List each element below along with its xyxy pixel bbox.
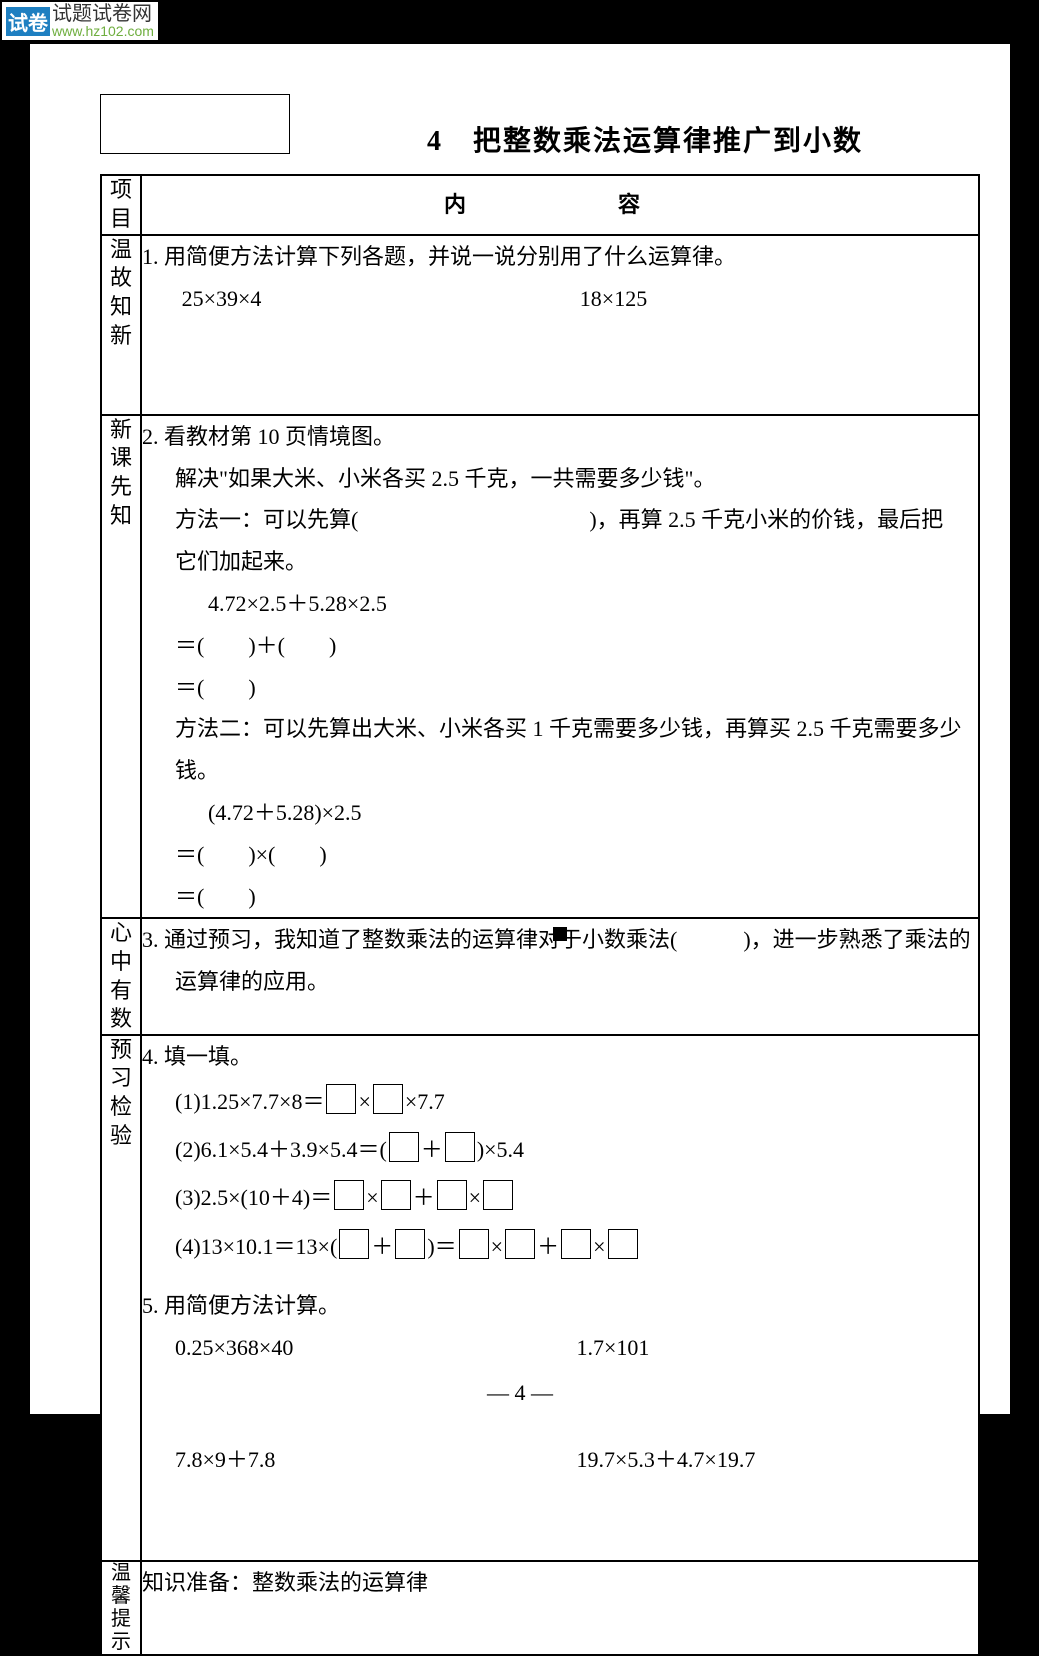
redaction-mark-icon xyxy=(553,927,567,941)
blank-box[interactable] xyxy=(445,1132,475,1162)
watermark-url: www.hz102.com xyxy=(52,24,154,38)
cell-wgzx: 1. 用简便方法计算下列各题，并说一说分别用了什么运算律。 25×39×4 18… xyxy=(141,235,979,415)
header-col1: 项目 xyxy=(101,175,141,235)
yxjy-l5: 5. 用简便方法计算。 xyxy=(142,1285,978,1327)
e4-f: × xyxy=(593,1234,605,1259)
xkxz-l8: 方法二：可以先算出大米、小米各买 1 千克需要多少钱，再算买 2.5 千克需要多… xyxy=(142,708,978,792)
row-label-wxts: 温馨提示 xyxy=(101,1561,141,1655)
blank-box[interactable] xyxy=(381,1180,411,1210)
blank-box[interactable] xyxy=(483,1180,513,1210)
e3-d: × xyxy=(469,1185,481,1210)
cell-wxts: 知识准备：整数乘法的运算律 xyxy=(141,1561,979,1655)
e3-b: × xyxy=(366,1185,378,1210)
e4-c: )＝ xyxy=(427,1234,456,1259)
watermark-site-name: 试题试卷网 xyxy=(52,4,154,24)
worksheet-table: 项目 内 容 温故知新 1. 用简便方法计算下列各题，并说一说分别用了什么运算律… xyxy=(100,174,980,1656)
blank-box[interactable] xyxy=(326,1084,356,1114)
calc-p4: 19.7×5.3＋4.7×19.7 xyxy=(577,1439,979,1481)
xkxz-l3a: 方法一：可以先算( xyxy=(175,507,358,532)
xkxz-l3b: )，再算 2.5 千克小米的价钱，最后把 xyxy=(589,507,943,532)
blank-box[interactable] xyxy=(395,1229,425,1259)
xkxz-l6: ＝( )＋( ) xyxy=(142,625,978,667)
wxts-text: 知识准备：整数乘法的运算律 xyxy=(142,1562,978,1604)
xkxz-l10: ＝( )×( ) xyxy=(142,834,978,876)
row-label-wgzx: 温故知新 xyxy=(101,235,141,415)
blank-box[interactable] xyxy=(373,1084,403,1114)
xzys-text-b: 运算律的应用。 xyxy=(142,961,978,1003)
e4-b: ＋ xyxy=(371,1234,393,1259)
watermark-badge: 试卷 试题试卷网 www.hz102.com xyxy=(2,2,158,40)
xkxz-l11: ＝( ) xyxy=(142,876,978,918)
row-label-xzys: 心中有数 xyxy=(101,918,141,1034)
page-background: 4 把整数乘法运算律推广到小数 项目 内 容 温故知新 1. 用简便方法计算下列… xyxy=(30,44,1010,1414)
blank-box[interactable] xyxy=(561,1229,591,1259)
row-label-xkxz: 新课先知 xyxy=(101,415,141,919)
watermark-icon: 试卷 xyxy=(6,7,50,36)
q1-expr-a: 25×39×4 xyxy=(182,278,580,320)
cell-yxjy: 4. 填一填。 (1)1.25×7.7×8＝ × ×7.7 (2)6.1×5.4＋3… xyxy=(141,1035,979,1562)
xkxz-l4: 它们加起来。 xyxy=(142,541,978,583)
yxjy-l1: 4. 填一填。 xyxy=(142,1036,978,1078)
blank-stamp-box xyxy=(100,94,290,154)
e4-d: × xyxy=(491,1234,503,1259)
page-number: — 4 — xyxy=(30,1380,1010,1406)
q1-expr-b: 18×125 xyxy=(580,278,978,320)
blank-box[interactable] xyxy=(389,1132,419,1162)
row-label-yxjy: 预习检验 xyxy=(101,1035,141,1562)
xkxz-l9: (4.72＋5.28)×2.5 xyxy=(142,792,978,834)
calc-p3: 7.8×9＋7.8 xyxy=(175,1439,577,1481)
e1-a: (1)1.25×7.7×8＝ xyxy=(175,1089,324,1114)
title-number: 4 xyxy=(427,126,443,157)
e4-e: ＋ xyxy=(537,1234,559,1259)
e1-b: × xyxy=(358,1089,370,1114)
e3-a: (3)2.5×(10＋4)＝ xyxy=(175,1185,332,1210)
e2-a: (2)6.1×5.4＋3.9×5.4＝( xyxy=(175,1137,387,1162)
blank-box[interactable] xyxy=(459,1229,489,1259)
blank-box[interactable] xyxy=(505,1229,535,1259)
header-col2: 内 容 xyxy=(444,192,676,217)
blank-box[interactable] xyxy=(339,1229,369,1259)
page-title: 4 把整数乘法运算律推广到小数 xyxy=(320,119,970,159)
blank-box[interactable] xyxy=(334,1180,364,1210)
cell-xzys: 3. 通过预习，我知道了整数乘法的运算律对于小数乘法( )，进一步熟悉了乘法的 … xyxy=(141,918,979,1034)
e2-c: )×5.4 xyxy=(477,1137,524,1162)
xkxz-l1: 2. 看教材第 10 页情境图。 xyxy=(142,416,978,458)
calc-p1: 0.25×368×40 xyxy=(175,1327,577,1369)
e3-c: ＋ xyxy=(413,1185,435,1210)
title-text: 把整数乘法运算律推广到小数 xyxy=(473,126,863,157)
q1-lead: 1. 用简便方法计算下列各题，并说一说分别用了什么运算律。 xyxy=(142,236,978,278)
blank-box[interactable] xyxy=(608,1229,638,1259)
blank-box[interactable] xyxy=(437,1180,467,1210)
e2-b: ＋ xyxy=(421,1137,443,1162)
xkxz-l7: ＝( ) xyxy=(142,667,978,709)
xkxz-l5: 4.72×2.5＋5.28×2.5 xyxy=(142,583,978,625)
xkxz-l2: 解决"如果大米、小米各买 2.5 千克，一共需要多少钱"。 xyxy=(142,458,978,500)
cell-xkxz: 2. 看教材第 10 页情境图。 解决"如果大米、小米各买 2.5 千克，一共需… xyxy=(141,415,979,919)
calc-p2: 1.7×101 xyxy=(577,1327,979,1369)
e4-a: (4)13×10.1＝13×( xyxy=(175,1234,337,1259)
e1-c: ×7.7 xyxy=(405,1089,445,1114)
